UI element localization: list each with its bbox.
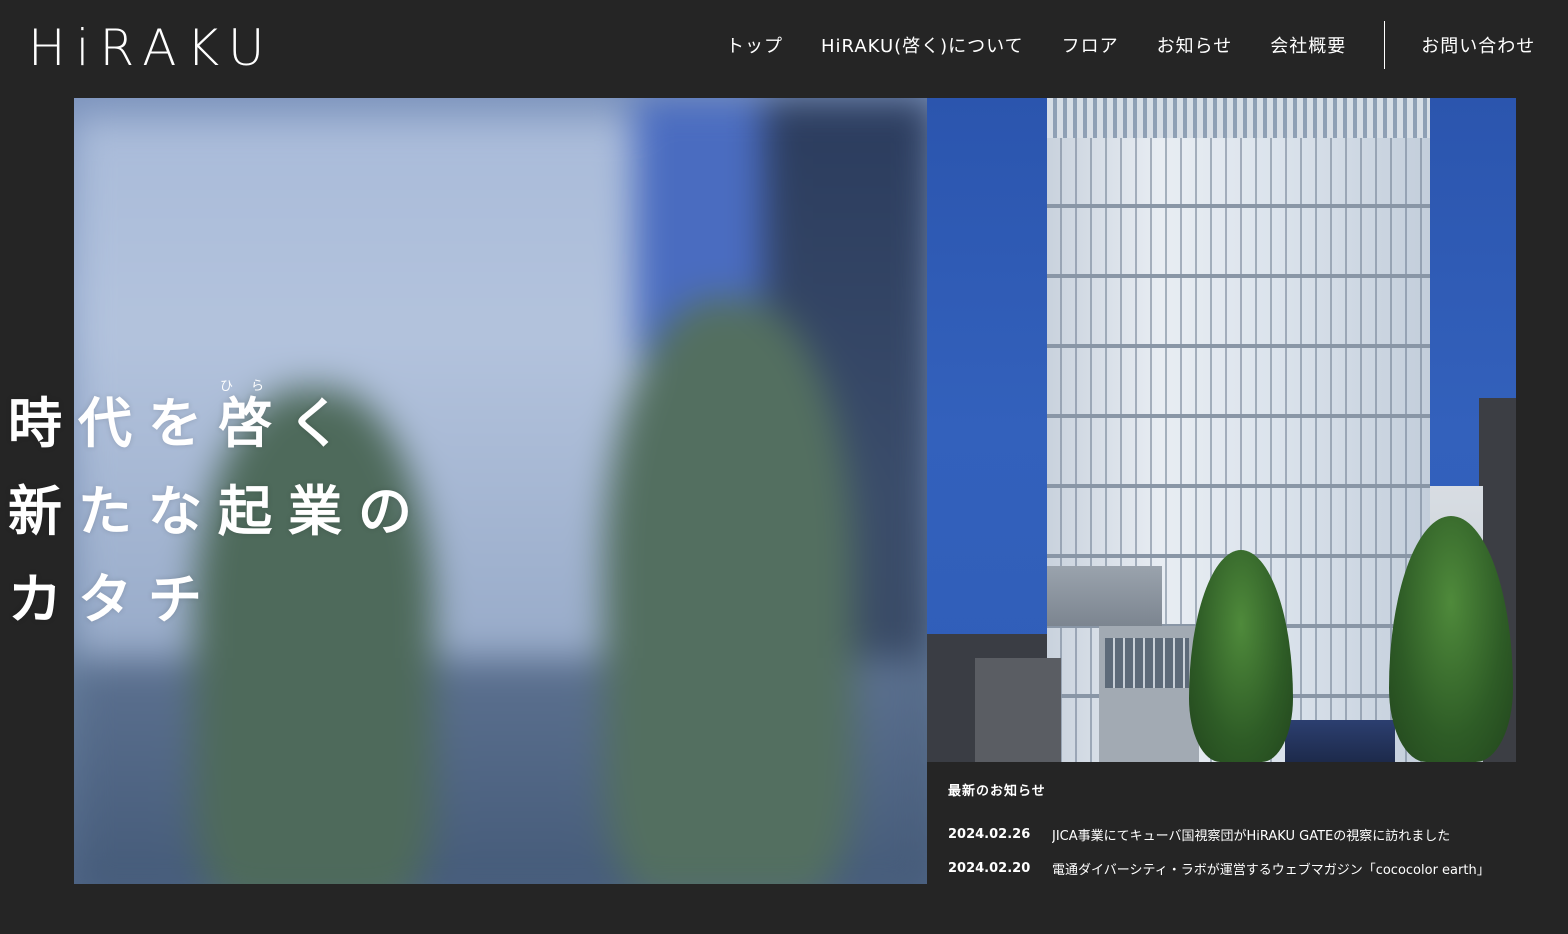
nav-divider bbox=[1384, 21, 1386, 69]
news-item[interactable]: 2024.02.26 JICA事業にてキューバ国視察団がHiRAKU GATEの… bbox=[948, 817, 1508, 851]
main-nav: トップ HiRAKU(啓く)について フロア お知らせ 会社概要 お問い合わせ bbox=[726, 21, 1560, 69]
blurred-tree-right bbox=[604, 298, 854, 884]
tower-overhang bbox=[1047, 566, 1162, 626]
photo-building-left-2 bbox=[975, 658, 1061, 762]
news-date: 2024.02.20 bbox=[948, 860, 1031, 876]
hero-headline: 時代を啓く 新たな起業の カタチ bbox=[8, 380, 428, 644]
nav-contact[interactable]: お問い合わせ bbox=[1421, 32, 1535, 58]
page: HiRAKU トップ HiRAKU(啓く)について フロア お知らせ 会社概要 … bbox=[0, 0, 1568, 934]
nav-news[interactable]: お知らせ bbox=[1157, 32, 1233, 58]
tower-lower-windows bbox=[1105, 638, 1189, 688]
nav-company[interactable]: 会社概要 bbox=[1270, 32, 1346, 58]
news-item[interactable]: 2024.02.20 電通ダイバーシティ・ラボが運営するウェブマガジン「coco… bbox=[948, 851, 1508, 885]
latest-news: 最新のお知らせ 2024.02.26 JICA事業にてキューバ国視察団がHiRA… bbox=[948, 780, 1508, 885]
hero-line-1: 時代を啓く bbox=[8, 392, 358, 455]
news-date: 2024.02.26 bbox=[948, 826, 1031, 842]
site-logo[interactable]: HiRAKU bbox=[28, 22, 274, 74]
tower-entrance bbox=[1285, 720, 1395, 762]
hero-line-3: カタチ bbox=[8, 568, 218, 631]
tower-crown bbox=[1047, 98, 1430, 138]
nav-about[interactable]: HiRAKU(啓く)について bbox=[821, 32, 1024, 58]
nav-floor[interactable]: フロア bbox=[1062, 32, 1119, 58]
news-text: JICA事業にてキューバ国視察団がHiRAKU GATEの視察に訪れました bbox=[1052, 828, 1451, 844]
hero-building-photo bbox=[927, 98, 1516, 762]
hero-line-2: 新たな起業の bbox=[8, 480, 428, 543]
news-text: 電通ダイバーシティ・ラボが運営するウェブマガジン「cococolor earth… bbox=[1052, 862, 1490, 878]
nav-top[interactable]: トップ bbox=[726, 32, 783, 58]
news-heading: 最新のお知らせ bbox=[948, 784, 1046, 799]
